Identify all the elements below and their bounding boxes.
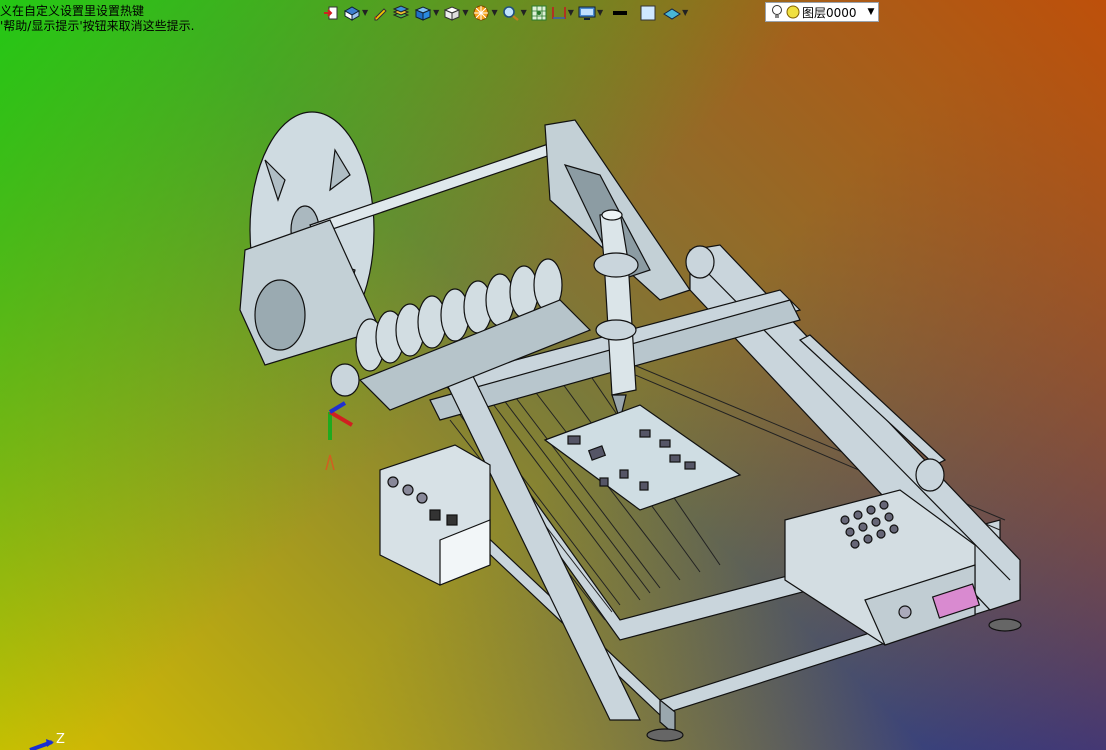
- axis-z-label: Z: [56, 732, 65, 747]
- origin-triad: [325, 401, 354, 471]
- pick-and-place-machine-model[interactable]: [0, 0, 1106, 750]
- axis-indicator: [29, 739, 54, 750]
- 3d-viewport[interactable]: 义在自定义设置里设置热键 '帮助/显示提示'按钮来取消这些提示. ▼ ▼ ▼ ▼: [0, 0, 1106, 750]
